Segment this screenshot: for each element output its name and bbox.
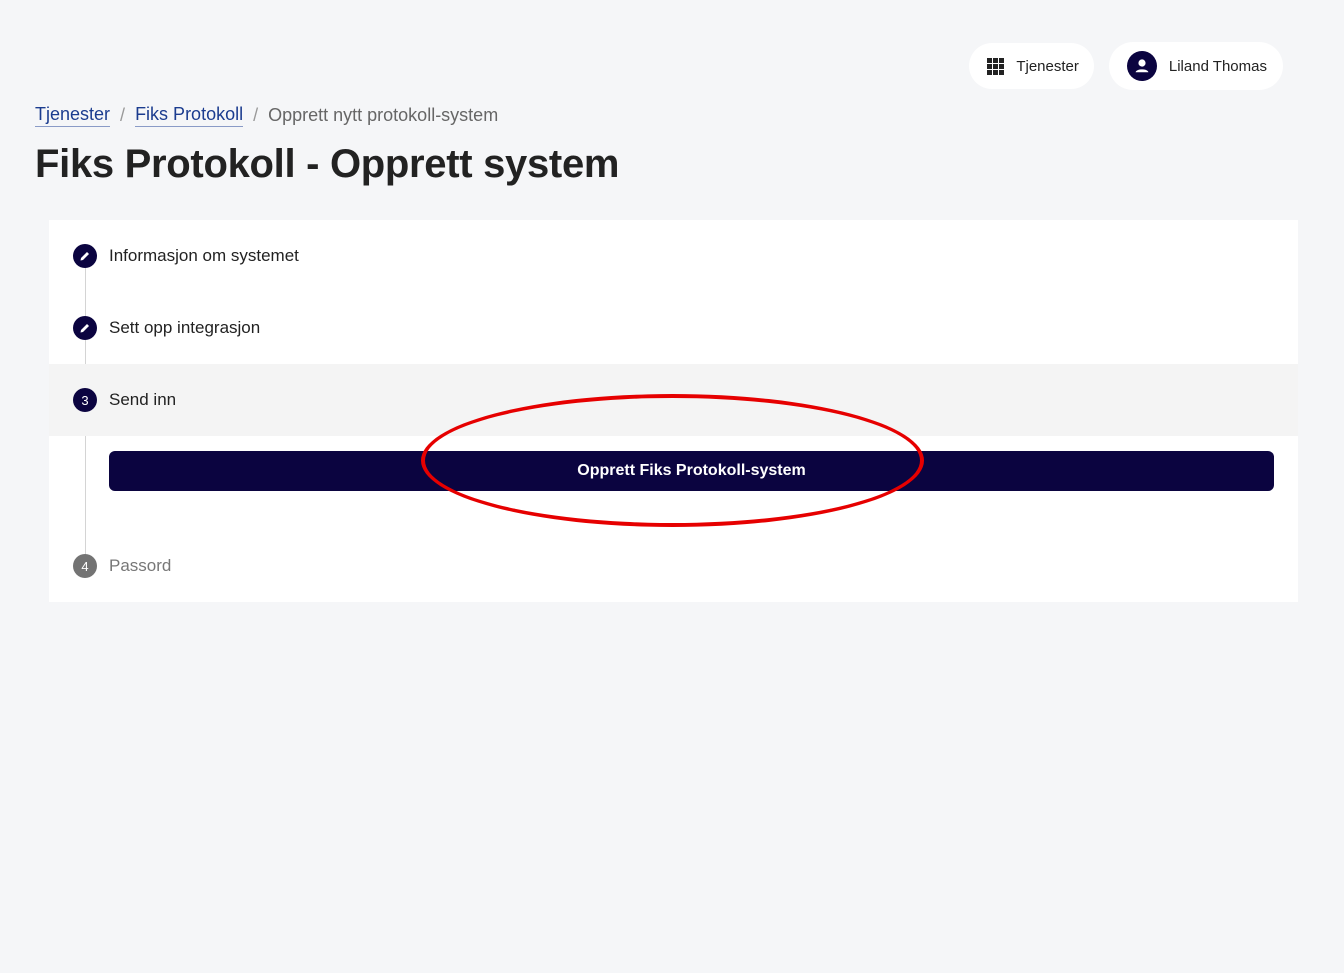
- step-label: Passord: [109, 556, 172, 575]
- services-button[interactable]: Tjenester: [969, 43, 1094, 89]
- step-passord[interactable]: 4 Passord: [49, 530, 1298, 602]
- breadcrumb-current: Opprett nytt protokoll-system: [268, 105, 499, 125]
- pencil-icon: [73, 316, 97, 340]
- user-name: Liland Thomas: [1168, 57, 1267, 75]
- create-system-button[interactable]: Opprett Fiks Protokoll-system: [109, 451, 1274, 491]
- breadcrumb-separator: /: [253, 105, 259, 125]
- apps-grid-icon: [987, 57, 1005, 75]
- step-label: Send inn: [109, 390, 177, 409]
- page-title: Fiks Protokoll - Opprett system: [35, 142, 620, 186]
- breadcrumb-separator: /: [120, 105, 126, 125]
- breadcrumb-link-fiks-protokoll[interactable]: Fiks Protokoll: [135, 104, 244, 127]
- step-label: Informasjon om systemet: [109, 246, 299, 265]
- breadcrumb: Tjenester / Fiks Protokoll / Opprett nyt…: [35, 104, 498, 127]
- step-number: 3: [73, 388, 97, 412]
- services-label: Tjenester: [1016, 57, 1079, 75]
- step-informasjon[interactable]: Informasjon om systemet: [49, 220, 1298, 292]
- header-actions: Tjenester Liland Thomas: [969, 42, 1283, 90]
- step-number: 4: [73, 554, 97, 578]
- stepper: Informasjon om systemet Sett opp integra…: [49, 220, 1298, 602]
- step-send-inn[interactable]: 3 Send inn: [49, 364, 1298, 436]
- breadcrumb-link-tjenester[interactable]: Tjenester: [35, 104, 111, 127]
- step-label: Sett opp integrasjon: [109, 318, 261, 337]
- step-integrasjon[interactable]: Sett opp integrasjon: [49, 292, 1298, 364]
- user-menu-button[interactable]: Liland Thomas: [1108, 42, 1283, 90]
- pencil-icon: [73, 244, 97, 268]
- user-avatar-icon: [1126, 51, 1157, 81]
